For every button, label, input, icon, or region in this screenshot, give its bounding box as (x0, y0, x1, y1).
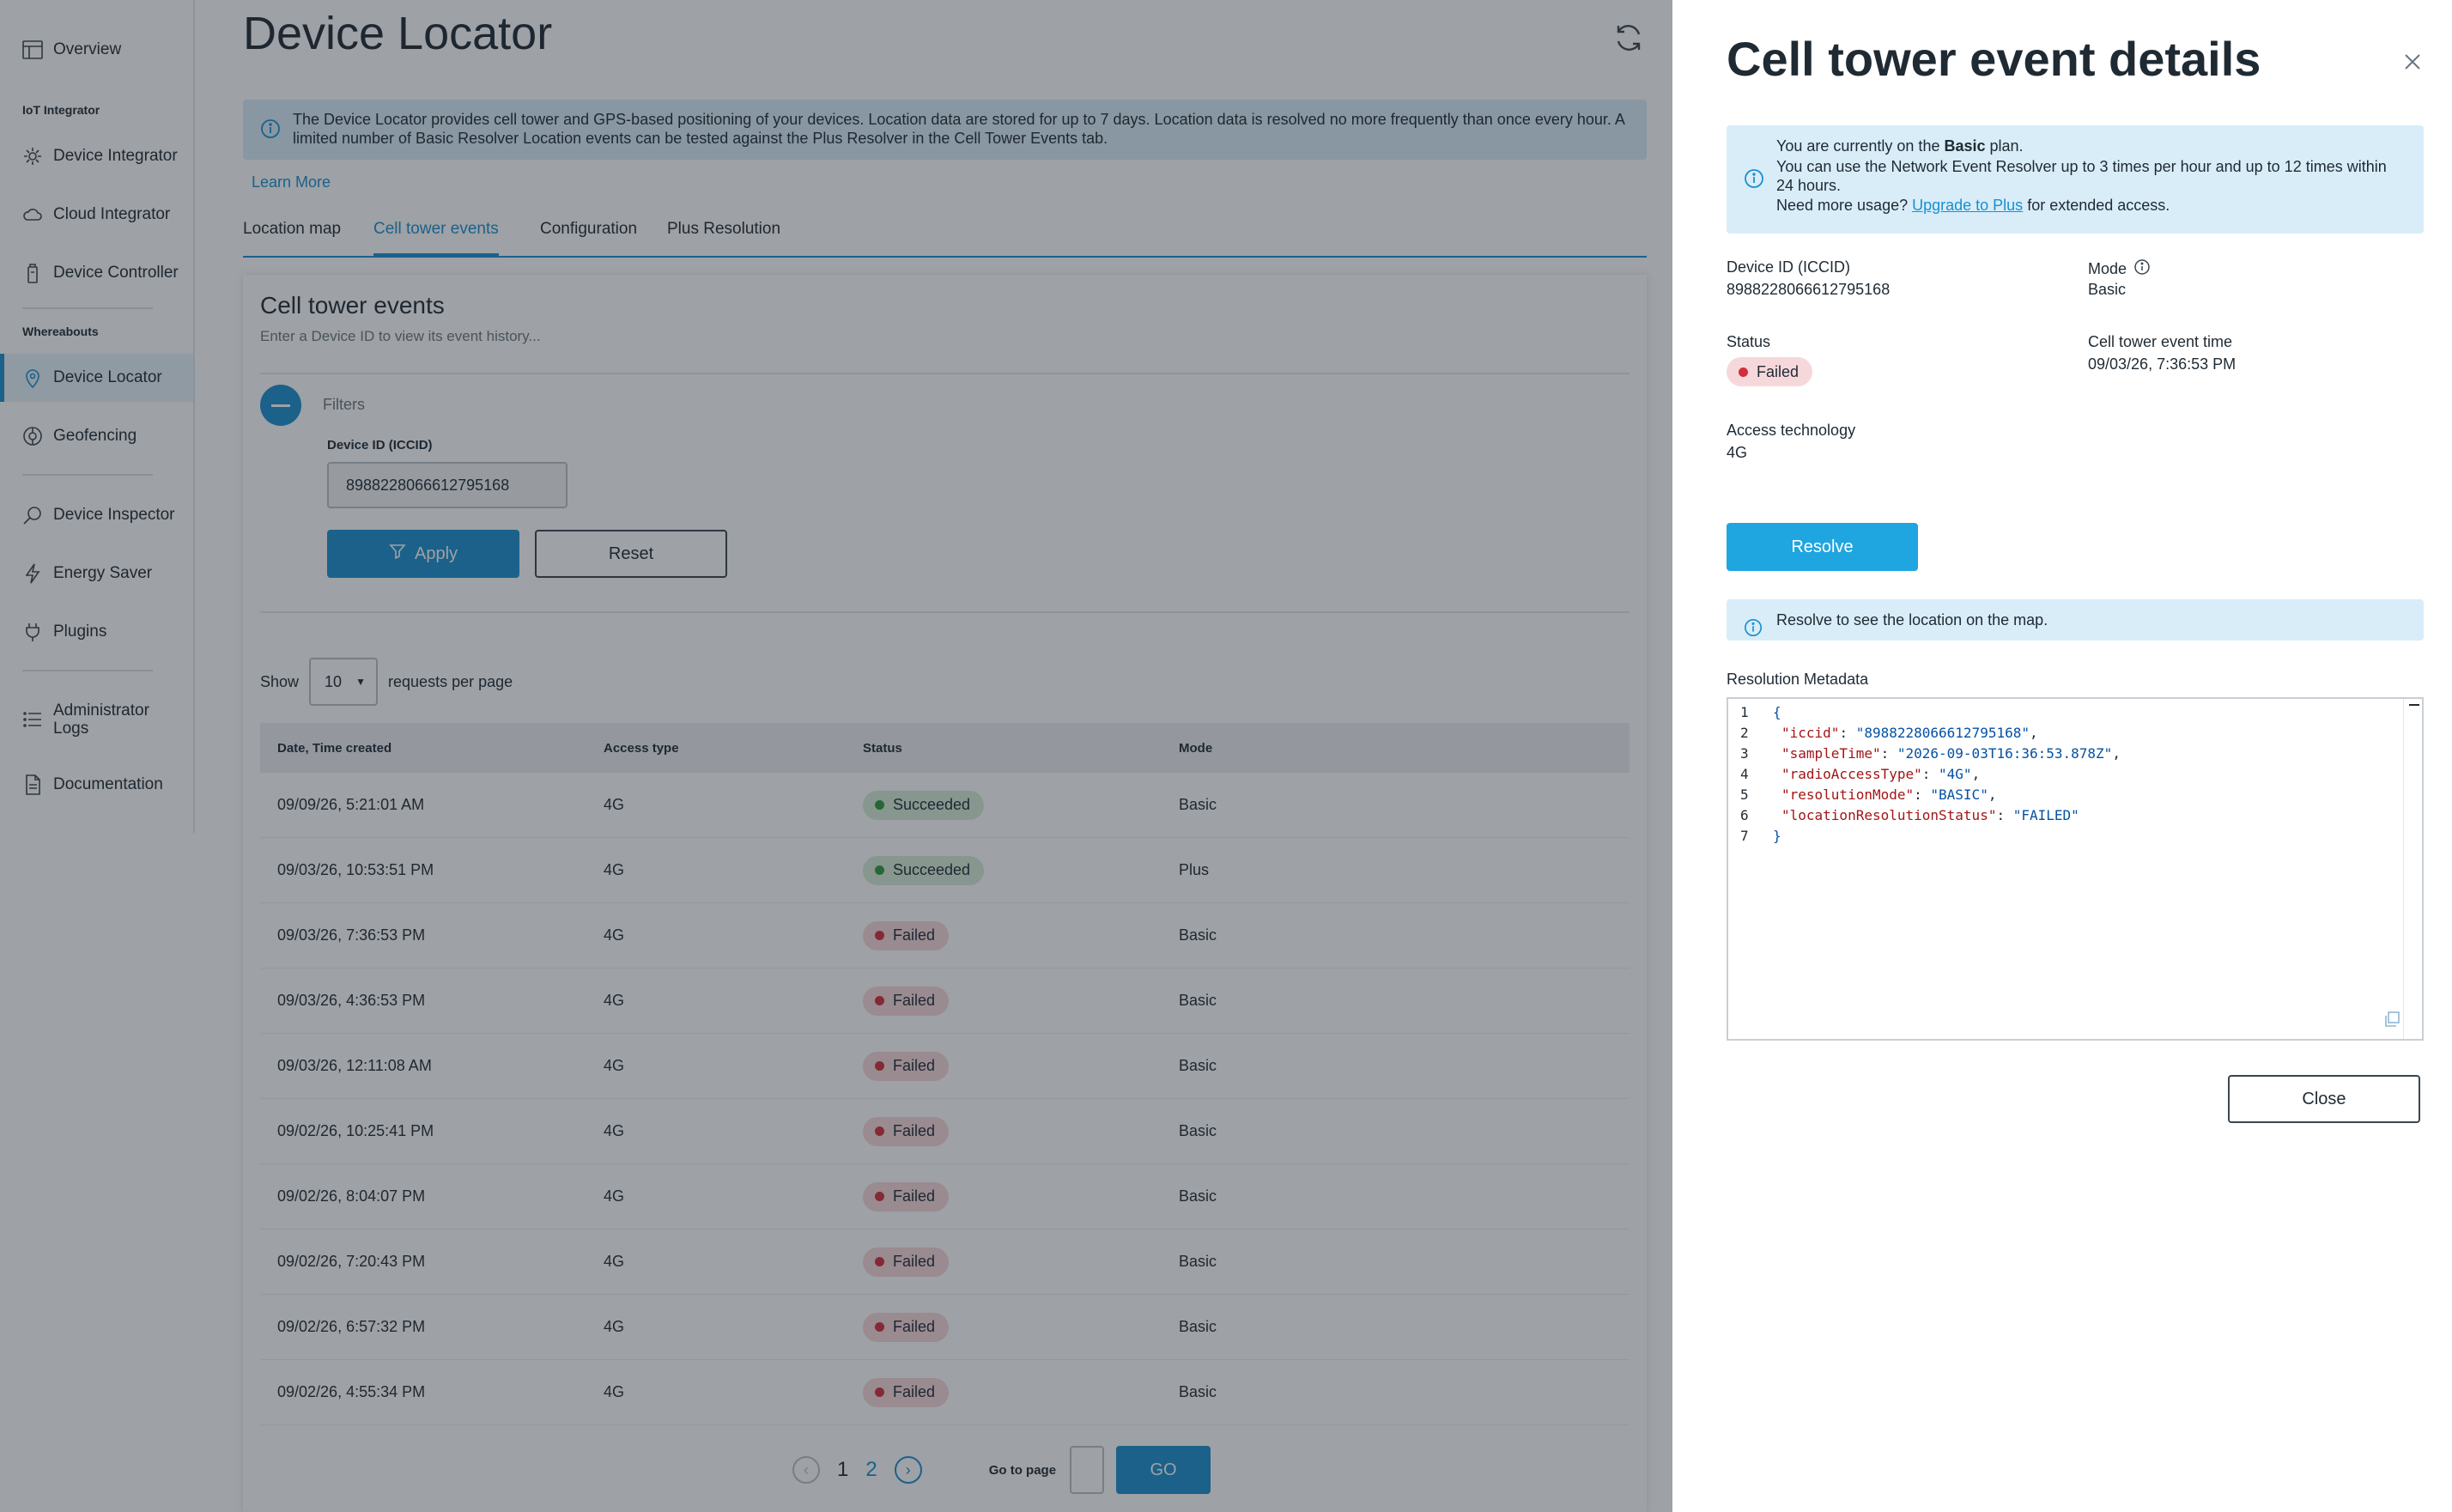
metadata-label: Resolution Metadata (1727, 671, 1869, 688)
code-line: 6 "locationResolutionStatus": "FAILED" (1728, 805, 2422, 826)
editor-scrollbar[interactable] (2403, 699, 2422, 1039)
line-number: 5 (1740, 786, 1749, 803)
json-punct: , (2030, 725, 2038, 741)
json-key: "resolutionMode" (1781, 786, 1915, 803)
code-content: } (1773, 826, 1781, 847)
json-value: "2026-09-03T16:36:53.878Z" (1897, 745, 2113, 762)
event-time-label: Cell tower event time (2088, 333, 2233, 350)
json-punct: , (1971, 766, 1981, 782)
usage-prefix: Need more usage? (1776, 197, 1913, 214)
json-value: "4G" (1939, 766, 1972, 782)
resolve-button[interactable]: Resolve (1727, 523, 1918, 571)
status-badge: Failed (1727, 357, 1813, 386)
json-colon: : (1839, 725, 1856, 741)
json-value: "FAILED" (2012, 807, 2079, 823)
info-icon (1744, 611, 1763, 653)
line-number: 3 (1740, 745, 1749, 762)
device-id-value: 8988228066612795168 (1727, 281, 1891, 298)
mode-label-row: Mode (2088, 258, 2151, 280)
line-number: 7 (1740, 828, 1749, 844)
status-dot (1739, 367, 1748, 377)
code-content: "radioAccessType": "4G", (1773, 764, 1980, 785)
code-lines: 1{2 "iccid": "8988228066612795168", 3 "samp… (1728, 699, 2422, 847)
json-value: "8988228066612795168" (1855, 725, 2030, 741)
upgrade-link[interactable]: Upgrade to Plus (1912, 197, 2023, 214)
resolve-hint-text: Resolve to see the location on the map. (1776, 611, 2048, 628)
mode-label: Mode (2088, 260, 2127, 277)
json-value: "BASIC" (1930, 786, 1988, 803)
code-line: 2 "iccid": "8988228066612795168", (1728, 723, 2422, 744)
json-punct: { (1773, 704, 1781, 720)
json-key: "iccid" (1781, 725, 1840, 741)
code-line: 7} (1728, 826, 2422, 847)
info-circle-icon[interactable] (2133, 258, 2151, 280)
access-technology-label: Access technology (1727, 422, 1856, 439)
device-id-label: Device ID (ICCID) (1727, 258, 1851, 276)
plan-name: Basic (1944, 137, 1986, 155)
status-text: Failed (1757, 362, 1800, 380)
status-label: Status (1727, 333, 1771, 350)
metadata-code-editor[interactable]: 1{2 "iccid": "8988228066612795168", 3 "samp… (1727, 697, 2424, 1041)
code-content: "sampleTime": "2026-09-03T16:36:53.878Z"… (1773, 744, 2121, 764)
drawer-body: You are currently on the Basic plan. You… (1672, 0, 2452, 1512)
resolve-hint-banner: Resolve to see the location on the map. (1727, 599, 2424, 641)
json-key: "radioAccessType" (1781, 766, 1922, 782)
json-key: "locationResolutionStatus" (1781, 807, 1997, 823)
line-number: 1 (1740, 704, 1749, 720)
json-colon: : (1996, 807, 2013, 823)
info-icon (1744, 168, 1764, 195)
close-button[interactable]: Close (2228, 1075, 2420, 1123)
json-colon: : (1880, 745, 1897, 762)
code-line: 3 "sampleTime": "2026-09-03T16:36:53.878Z… (1728, 744, 2422, 764)
code-line: 1{ (1728, 702, 2422, 723)
json-punct: } (1773, 828, 1781, 844)
json-colon: : (1921, 766, 1939, 782)
minimize-bar (2409, 704, 2419, 706)
plan-info-line-2: You can use the Network Event Resolver u… (1776, 158, 2387, 194)
plan-info-line-1: You are currently on the Basic plan. (1776, 136, 2406, 157)
modal-overlay[interactable] (0, 0, 1672, 1512)
line-number: 4 (1740, 766, 1749, 782)
json-punct: , (1988, 786, 1997, 803)
usage-suffix: for extended access. (2023, 197, 2170, 214)
code-content: { (1773, 702, 1781, 723)
code-content: "locationResolutionStatus": "FAILED" (1773, 805, 2079, 826)
code-content: "resolutionMode": "BASIC", (1773, 785, 1996, 805)
code-content: "iccid": "8988228066612795168", (1773, 723, 2038, 744)
plan-info-line-3: Need more usage? Upgrade to Plus for ext… (1776, 195, 2406, 216)
json-punct: , (2112, 745, 2121, 762)
code-line: 5 "resolutionMode": "BASIC", (1728, 785, 2422, 805)
copy-icon[interactable] (2382, 1010, 2401, 1029)
plan-info-banner: You are currently on the Basic plan. You… (1727, 125, 2424, 234)
access-technology-value: 4G (1727, 444, 1748, 461)
line-number: 2 (1740, 725, 1749, 741)
plan-suffix: plan. (1985, 137, 2024, 155)
plan-prefix: You are currently on the (1776, 137, 1945, 155)
code-line: 4 "radioAccessType": "4G", (1728, 764, 2422, 785)
json-colon: : (1914, 786, 1931, 803)
json-key: "sampleTime" (1781, 745, 1881, 762)
mode-value: Basic (2088, 281, 2127, 298)
line-number: 6 (1740, 807, 1749, 823)
event-time-value: 09/03/26, 7:36:53 PM (2088, 355, 2237, 373)
